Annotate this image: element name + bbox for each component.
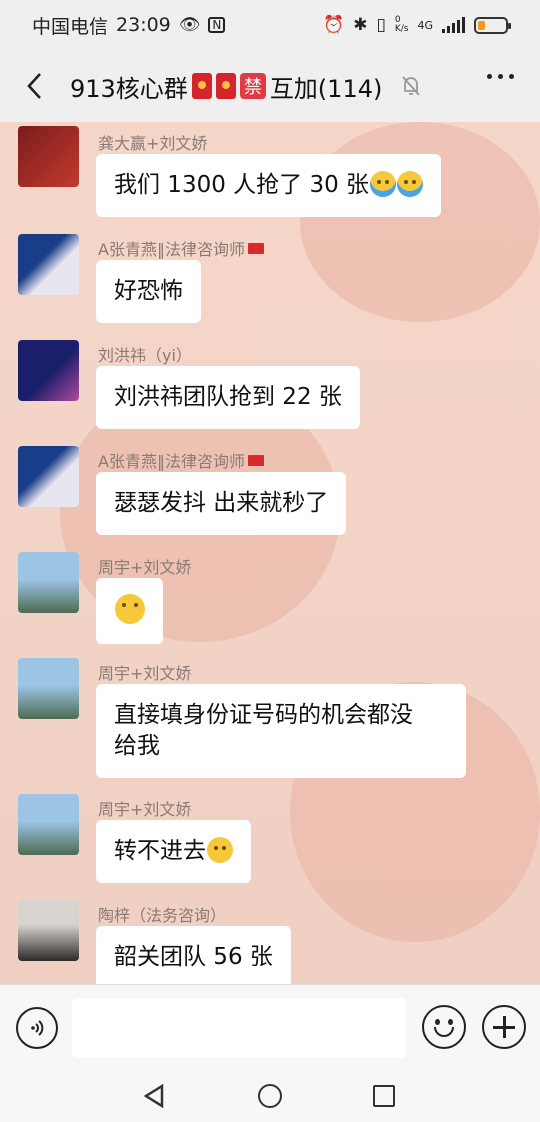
message-text: 刘洪祎团队抢到 22 张 <box>114 384 342 410</box>
network-type: 4G <box>417 18 433 32</box>
status-bar: 中国电信 23:09 👁 N ⏰ ✱ ▯ 0 K/s 4G <box>0 0 540 50</box>
nav-back-icon[interactable] <box>143 1084 165 1108</box>
back-arrow-icon <box>27 73 41 99</box>
net-speed-unit: K/s <box>394 24 409 34</box>
message-text: 转不进去 <box>114 838 206 864</box>
message-bubble[interactable]: 韶关团队 56 张 <box>96 926 291 984</box>
voice-icon[interactable] <box>16 1007 58 1049</box>
message-input[interactable] <box>72 998 406 1058</box>
avatar[interactable] <box>18 446 79 507</box>
message-bubble[interactable]: 瑟瑟发抖 出来就秒了 <box>96 472 347 535</box>
sender-name: A张青燕‖法律咨询师 <box>98 448 264 472</box>
mute-bell-icon <box>398 73 424 99</box>
ban-badge: 禁 <box>239 73 266 99</box>
back-button[interactable] <box>0 50 70 122</box>
avatar[interactable] <box>18 552 79 613</box>
message-text: 我们 1300 人抢了 30 张 <box>114 172 370 198</box>
avatar[interactable] <box>18 340 79 401</box>
nav-recent-icon[interactable] <box>373 1085 395 1107</box>
emoji-icon[interactable] <box>422 1005 466 1049</box>
nav-home-icon[interactable] <box>258 1084 282 1108</box>
message-text: 瑟瑟发抖 出来就秒了 <box>114 490 329 516</box>
flag-icon <box>247 242 264 254</box>
signal-icon <box>442 17 465 33</box>
net-speed: 0 K/s <box>395 16 409 34</box>
sender-name: 龚大赢+刘文娇 <box>98 134 208 153</box>
crying-emoji-icon <box>397 171 424 197</box>
sender-name: 周宇+刘文娇 <box>98 558 192 577</box>
chat-area[interactable]: 龚大赢+刘文娇 我们 1300 人抢了 30 张 A张青燕‖法律咨询师 好恐怖 … <box>0 122 540 984</box>
message-text: 直接填身份证号码的机会都没 <box>114 702 413 728</box>
nfc-icon: N <box>208 17 226 33</box>
carrier-label: 中国电信 <box>32 15 109 38</box>
battery-level <box>478 20 486 30</box>
red-packet-icon <box>215 73 236 99</box>
avatar[interactable] <box>18 126 79 187</box>
alarm-icon: ⏰ <box>323 14 345 35</box>
sender-label: A张青燕‖法律咨询师 <box>98 452 245 471</box>
clock: 23:09 <box>116 14 171 36</box>
avatar[interactable] <box>18 234 79 295</box>
chat-title[interactable]: 913核心群 禁 互加(114) <box>70 69 424 104</box>
message-bubble[interactable]: 直接填身份证号码的机会都没 给我 <box>96 684 466 778</box>
message-bubble[interactable] <box>96 578 163 644</box>
message-bubble[interactable]: 好恐怖 <box>96 260 201 323</box>
message-bubble[interactable]: 转不进去 <box>96 820 251 883</box>
red-packet-icon <box>191 73 212 99</box>
vibrate-icon: ▯ <box>376 14 386 35</box>
sender-name: A张青燕‖法律咨询师 <box>98 236 264 260</box>
background-decoration <box>300 122 540 322</box>
sender-label: A张青燕‖法律咨询师 <box>98 240 245 259</box>
flag-icon <box>247 454 264 466</box>
message-bubble[interactable]: 刘洪祎团队抢到 22 张 <box>96 366 360 429</box>
sender-name: 刘洪祎（yi） <box>98 346 192 365</box>
avatar[interactable] <box>18 900 79 961</box>
group-suffix: 互加(114) <box>269 74 383 103</box>
bluetooth-icon: ✱ <box>353 14 368 35</box>
battery-icon <box>474 16 511 34</box>
message-text: 给我 <box>114 733 160 759</box>
more-options-button[interactable] <box>487 74 514 79</box>
chat-header: 913核心群 禁 互加(114) <box>0 50 540 122</box>
crying-emoji-icon <box>370 171 397 197</box>
system-nav-bar <box>0 1070 540 1122</box>
message-text: 好恐怖 <box>114 278 183 304</box>
message-bubble[interactable]: 我们 1300 人抢了 30 张 <box>96 154 442 217</box>
avatar[interactable] <box>18 658 79 719</box>
scared-emoji-icon <box>115 594 145 624</box>
group-name: 913核心群 <box>70 74 188 103</box>
sender-name: 周宇+刘文娇 <box>98 664 192 683</box>
input-bar <box>0 984 540 1070</box>
sender-name: 陶梓（法务咨询） <box>98 906 227 925</box>
sender-name: 周宇+刘文娇 <box>98 800 192 819</box>
avatar[interactable] <box>18 794 79 855</box>
plus-icon[interactable] <box>482 1005 526 1049</box>
eye-icon: 👁 <box>178 14 201 35</box>
message-text: 韶关团队 56 张 <box>114 944 273 970</box>
laughing-crying-emoji-icon <box>207 837 233 863</box>
